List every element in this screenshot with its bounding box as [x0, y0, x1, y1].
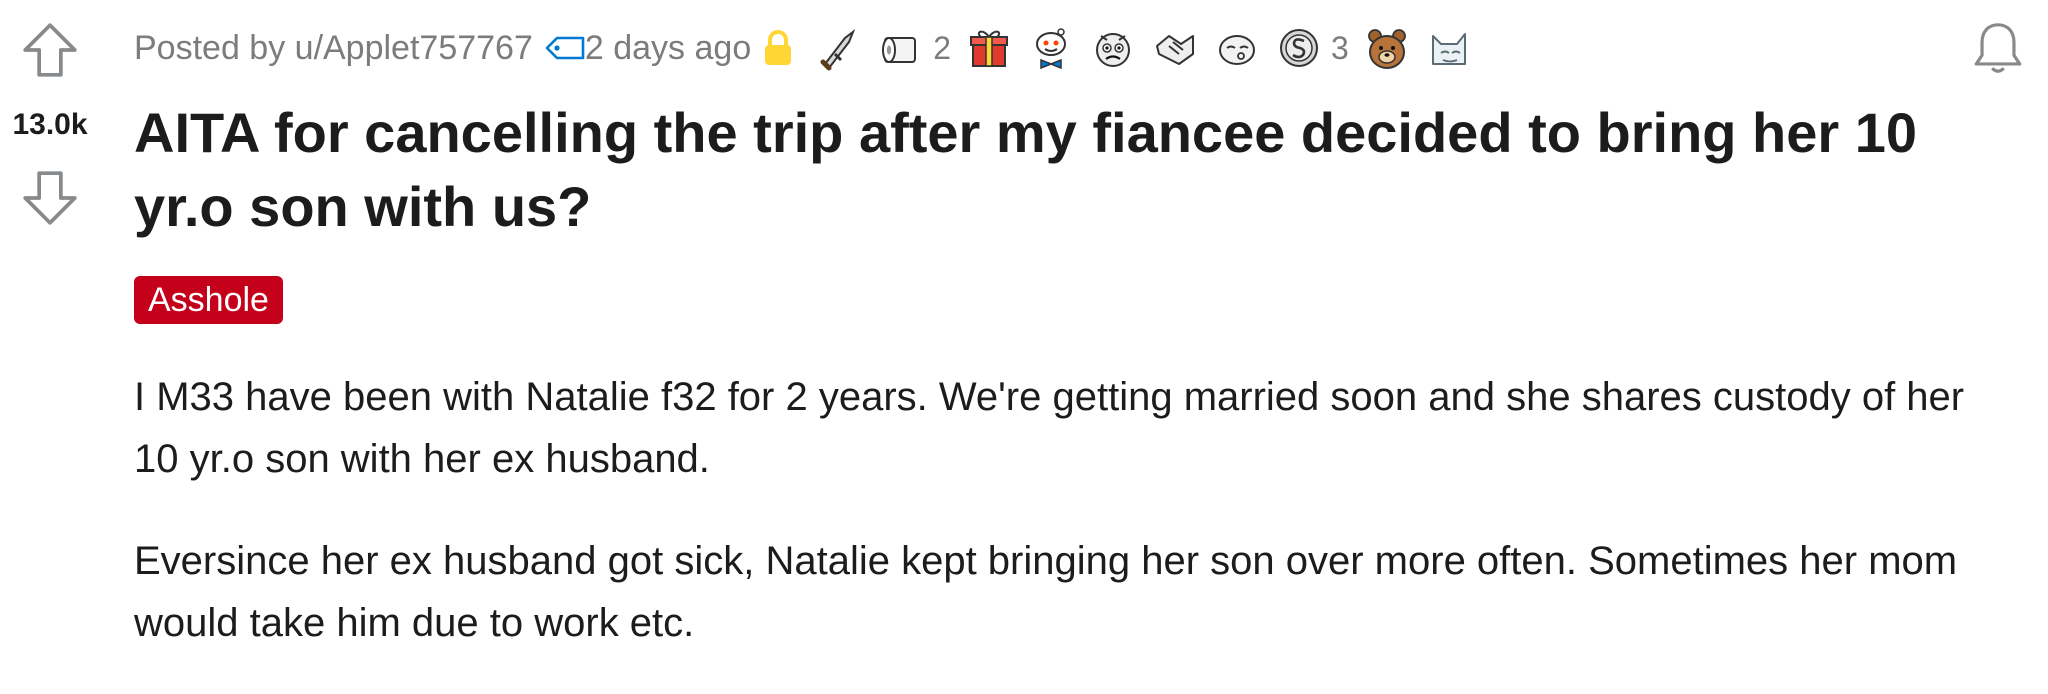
- sleepy-face-icon[interactable]: [1213, 24, 1261, 72]
- snoo-bowtie-icon[interactable]: [1027, 24, 1075, 72]
- body-paragraph: Eversince her ex husband got sick, Natal…: [134, 539, 1958, 645]
- body-paragraph: I M33 have been with Natalie f32 for 2 y…: [134, 375, 1965, 481]
- post-title[interactable]: AITA for cancelling the trip after my fi…: [134, 96, 2014, 244]
- downvote-arrow-icon: [23, 171, 77, 225]
- bell-icon: [1974, 23, 2022, 73]
- dagger-icon[interactable]: [815, 24, 863, 72]
- bear-icon[interactable]: [1363, 24, 1411, 72]
- lock-icon: [761, 28, 795, 68]
- post-flair[interactable]: Asshole: [134, 276, 283, 324]
- vote-column: 13.0k: [0, 0, 100, 667]
- handshake-icon[interactable]: [1151, 24, 1199, 72]
- upvote-button[interactable]: [18, 18, 82, 82]
- tag-icon: [543, 32, 587, 64]
- post-time: 2 days ago: [584, 28, 752, 67]
- upvote-arrow-icon: [23, 23, 77, 77]
- silver-coin-icon[interactable]: [1275, 24, 1323, 72]
- notification-bell-button[interactable]: [1966, 16, 2030, 80]
- downvote-button[interactable]: [18, 166, 82, 230]
- grumpy-face-icon[interactable]: [1089, 24, 1137, 72]
- award-count: 3: [1331, 29, 1349, 66]
- post-body: I M33 have been with Natalie f32 for 2 y…: [134, 366, 2014, 694]
- cat-icon[interactable]: [1425, 24, 1473, 72]
- post-meta: Posted by u/Applet757767 2 days ago 2 3: [134, 18, 1473, 78]
- award-count: 2: [933, 29, 952, 66]
- awards-row: 2 3: [815, 24, 1473, 72]
- gift-icon[interactable]: [965, 24, 1013, 72]
- posted-by-link[interactable]: Posted by u/Applet757767: [134, 29, 533, 68]
- vote-score: 13.0k: [12, 108, 88, 141]
- toilet-paper-icon[interactable]: [877, 24, 925, 72]
